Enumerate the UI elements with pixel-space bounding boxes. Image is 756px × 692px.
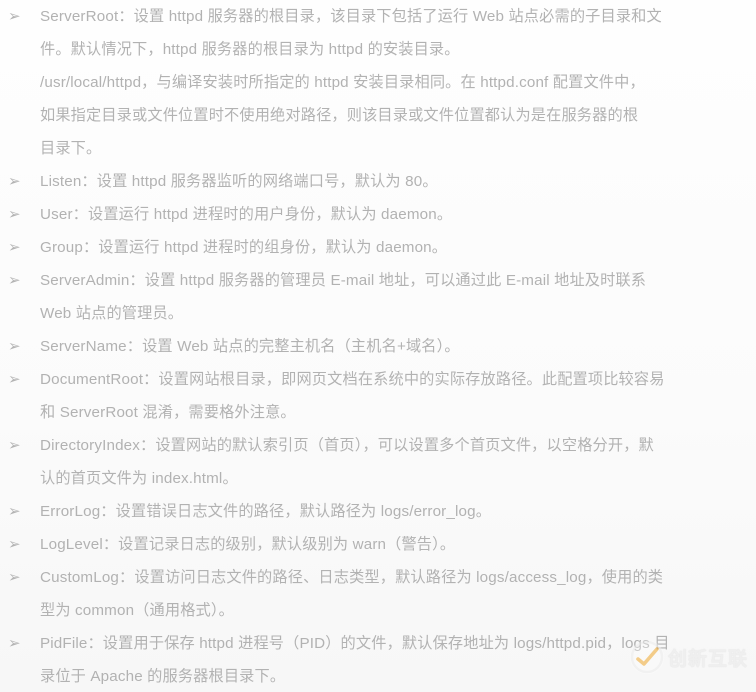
entry-line: DirectoryIndex：设置网站的默认索引页（首页），可以设置多个首页文件… [40,437,654,454]
entry-line: 和 ServerRoot 混淆，需要格外注意。 [40,404,296,421]
directive-entry-serverroot-cont: 件。默认情况下，httpd 服务器的根目录为 httpd 的安装目录。 [0,33,756,66]
directive-entry-customlog: ➢ CustomLog：设置访问日志文件的路径、日志类型，默认路径为 logs/a… [0,561,756,594]
entry-line: 认的首页文件为 index.html。 [40,470,238,487]
arrow-bullet-icon: ➢ [8,370,21,388]
arrow-bullet-icon: ➢ [8,502,21,520]
directive-entry-listen: ➢ Listen：设置 httpd 服务器监听的网络端口号，默认为 80。 [0,165,756,198]
entry-line: ErrorLog：设置错误日志文件的路径，默认路径为 logs/error_lo… [40,503,492,520]
arrow-bullet-icon: ➢ [8,238,21,256]
directive-entry-group: ➢ Group：设置运行 httpd 进程时的组身份，默认为 daemon。 [0,231,756,264]
entry-line: 型为 common（通用格式）。 [40,602,234,619]
entry-line: 录位于 Apache 的服务器根目录下。 [40,668,286,685]
directive-entry-servername: ➢ ServerName：设置 Web 站点的完整主机名（主机名+域名）。 [0,330,756,363]
arrow-bullet-icon: ➢ [8,568,21,586]
directive-entry-directoryindex-cont: 认的首页文件为 index.html。 [0,462,756,495]
entry-line: 如果指定目录或文件位置时不使用绝对路径，则该目录或文件位置都认为是在服务器的根 [40,107,639,124]
arrow-bullet-icon: ➢ [8,634,21,652]
entry-line: 目录下。 [40,140,102,157]
arrow-bullet-icon: ➢ [8,7,21,25]
arrow-bullet-icon: ➢ [8,436,21,454]
entry-line: CustomLog：设置访问日志文件的路径、日志类型，默认路径为 logs/ac… [40,569,664,586]
entry-line: Web 站点的管理员。 [40,305,184,322]
entry-line: User：设置运行 httpd 进程时的用户身份，默认为 daemon。 [40,206,453,223]
directive-entry-serverroot: ➢ ServerRoot：设置 httpd 服务器的根目录，该目录下包括了运行 W… [0,0,756,33]
directive-entry-loglevel: ➢ LogLevel：设置记录日志的级别，默认级别为 warn（警告）。 [0,528,756,561]
arrow-bullet-icon: ➢ [8,337,21,355]
entry-line: ServerRoot：设置 httpd 服务器的根目录，该目录下包括了运行 We… [40,8,662,25]
directive-entry-documentroot-cont: 和 ServerRoot 混淆，需要格外注意。 [0,396,756,429]
directive-entry-pidfile-cont: 录位于 Apache 的服务器根目录下。 [0,660,756,692]
directive-entry-serveradmin: ➢ ServerAdmin：设置 httpd 服务器的管理员 E-mail 地址，… [0,264,756,297]
entry-line: 件。默认情况下，httpd 服务器的根目录为 httpd 的安装目录。 [40,41,460,58]
arrow-bullet-icon: ➢ [8,271,21,289]
entry-line: Listen：设置 httpd 服务器监听的网络端口号，默认为 80。 [40,173,438,190]
arrow-bullet-icon: ➢ [8,172,21,190]
directive-entry-serveradmin-cont: Web 站点的管理员。 [0,297,756,330]
entry-line: DocumentRoot：设置网站根目录，即网页文档在系统中的实际存放路径。此配… [40,371,665,388]
directive-entry-errorlog: ➢ ErrorLog：设置错误日志文件的路径，默认路径为 logs/error_l… [0,495,756,528]
directive-entry-serverroot-cont: 目录下。 [0,132,756,165]
directive-entry-directoryindex: ➢ DirectoryIndex：设置网站的默认索引页（首页），可以设置多个首页文… [0,429,756,462]
directive-entry-customlog-cont: 型为 common（通用格式）。 [0,594,756,627]
directive-entry-serverroot-cont: /usr/local/httpd，与编译安装时所指定的 httpd 安装目录相同… [0,66,756,99]
document-body: ➢ ServerRoot：设置 httpd 服务器的根目录，该目录下包括了运行 W… [0,0,756,692]
entry-line: Group：设置运行 httpd 进程时的组身份，默认为 daemon。 [40,239,448,256]
document-page: ➢ ServerRoot：设置 httpd 服务器的根目录，该目录下包括了运行 W… [0,0,756,692]
directive-entry-documentroot: ➢ DocumentRoot：设置网站根目录，即网页文档在系统中的实际存放路径。此… [0,363,756,396]
directive-entry-serverroot-cont: 如果指定目录或文件位置时不使用绝对路径，则该目录或文件位置都认为是在服务器的根 [0,99,756,132]
directive-entry-pidfile: ➢ PidFile：设置用于保存 httpd 进程号（PID）的文件，默认保存地址… [0,627,756,660]
directive-entry-user: ➢ User：设置运行 httpd 进程时的用户身份，默认为 daemon。 [0,198,756,231]
entry-line: ServerAdmin：设置 httpd 服务器的管理员 E-mail 地址，可… [40,272,647,289]
arrow-bullet-icon: ➢ [8,535,21,553]
entry-line: LogLevel：设置记录日志的级别，默认级别为 warn（警告）。 [40,536,456,553]
entry-line: ServerName：设置 Web 站点的完整主机名（主机名+域名）。 [40,338,460,355]
entry-line: PidFile：设置用于保存 httpd 进程号（PID）的文件，默认保存地址为… [40,635,670,652]
arrow-bullet-icon: ➢ [8,205,21,223]
entry-line: /usr/local/httpd，与编译安装时所指定的 httpd 安装目录相同… [40,74,645,91]
